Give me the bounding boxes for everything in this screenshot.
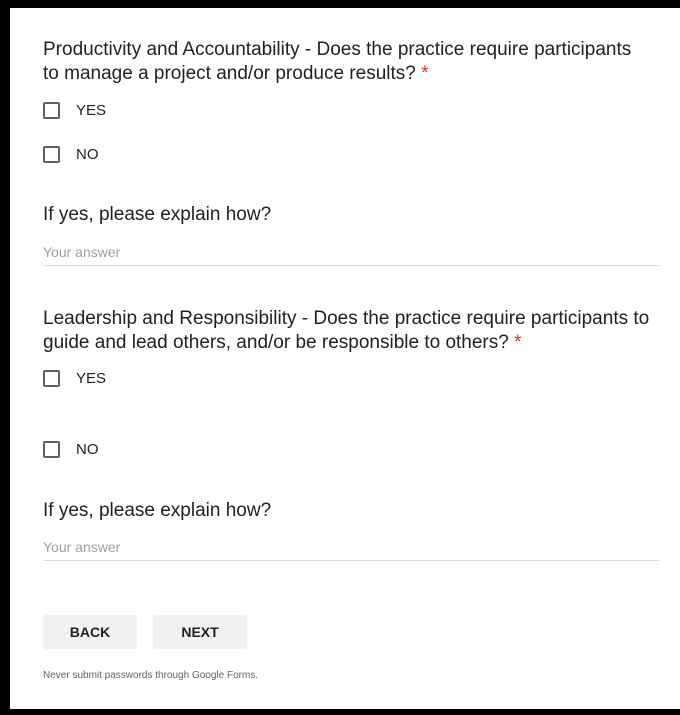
option-label: YES <box>76 101 107 119</box>
option-leadership-yes[interactable]: YES <box>43 367 106 389</box>
option-label: YES <box>76 369 107 387</box>
option-productivity-no[interactable]: NO <box>43 143 99 165</box>
question-productivity-text: Productivity and Accountability - Does t… <box>43 39 632 84</box>
option-leadership-no[interactable]: NO <box>43 438 99 460</box>
answer-input-2[interactable] <box>43 534 659 561</box>
question-productivity-title: Productivity and Accountability - Does t… <box>43 38 643 86</box>
option-productivity-yes[interactable]: YES <box>43 99 106 121</box>
required-asterisk: * <box>421 63 429 84</box>
checkbox-icon[interactable] <box>43 101 60 119</box>
question-leadership-title: Leadership and Responsibility - Does the… <box>43 307 653 355</box>
password-warning: Never submit passwords through Google Fo… <box>43 670 259 681</box>
checkbox-icon[interactable] <box>43 369 60 387</box>
answer-input-1[interactable] <box>43 239 659 266</box>
option-label: NO <box>76 145 99 163</box>
checkbox-icon[interactable] <box>43 145 60 163</box>
question-explain-1-title: If yes, please explain how? <box>43 204 272 225</box>
required-asterisk: * <box>514 332 522 353</box>
option-label: NO <box>76 440 99 458</box>
checkbox-icon[interactable] <box>43 440 60 458</box>
back-button[interactable]: BACK <box>43 615 137 649</box>
question-leadership-text: Leadership and Responsibility - Does the… <box>43 308 650 353</box>
next-button[interactable]: NEXT <box>153 615 247 649</box>
question-explain-2-title: If yes, please explain how? <box>43 500 272 521</box>
